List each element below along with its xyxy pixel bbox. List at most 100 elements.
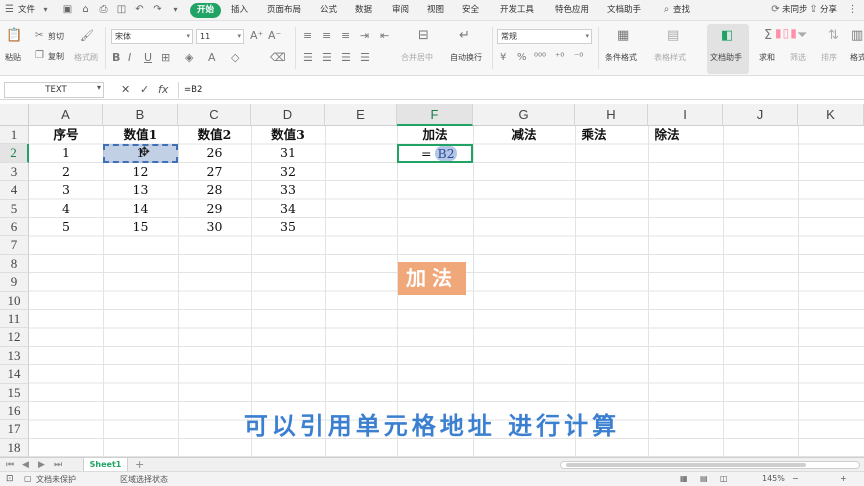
row-header-9[interactable]: 9	[0, 273, 29, 292]
sort-icon[interactable]: ⇅	[828, 29, 839, 43]
row-header-12[interactable]: 12	[0, 328, 29, 347]
column-header-h[interactable]: H	[575, 104, 648, 126]
tab-insert[interactable]: 插入	[231, 3, 248, 18]
copy-label[interactable]: 复制	[48, 51, 64, 62]
redo-icon[interactable]: ↷	[152, 4, 163, 15]
sheet-tab-sheet1[interactable]: Sheet1	[83, 458, 128, 472]
chevron-down-icon[interactable]: ▾	[40, 4, 51, 15]
font-color-icon[interactable]: A	[208, 51, 216, 65]
tab-features[interactable]: 特色应用	[555, 3, 589, 18]
eraser-icon[interactable]: ⌫	[270, 51, 286, 65]
tab-home[interactable]: 开始	[190, 3, 222, 18]
scrollbar-thumb[interactable]	[566, 463, 806, 467]
select-all-corner[interactable]	[0, 104, 29, 126]
format-painter-icon[interactable]: 🖌	[80, 29, 94, 43]
cell-a6[interactable]: 5	[29, 218, 103, 236]
paste-label[interactable]: 粘贴	[5, 52, 21, 63]
clear-format-icon[interactable]: ◇	[231, 51, 239, 65]
cell-d3[interactable]: 32	[251, 163, 325, 181]
tab-security[interactable]: 安全	[462, 3, 479, 18]
more-icon[interactable]: ⋮	[847, 4, 858, 15]
cell-g1[interactable]: 减法	[473, 126, 575, 144]
percent-icon[interactable]: %	[517, 51, 527, 65]
search-label[interactable]: 查找	[673, 3, 690, 18]
cell-b1[interactable]: 数值1	[103, 126, 178, 144]
row-header-3[interactable]: 3	[0, 162, 29, 182]
cell-c4[interactable]: 28	[178, 181, 251, 199]
tab-review[interactable]: 审阅	[392, 3, 409, 18]
print-icon[interactable]: ⎙	[98, 4, 109, 15]
cell-c5[interactable]: 29	[178, 200, 251, 218]
column-header-j[interactable]: J	[723, 104, 798, 126]
row-header-10[interactable]: 10	[0, 291, 29, 310]
horizontal-scrollbar[interactable]	[560, 461, 860, 469]
filter-label[interactable]: 筛选	[790, 52, 806, 63]
bold-icon[interactable]: B	[112, 51, 120, 65]
currency-icon[interactable]: ¥	[500, 51, 506, 65]
cell-d6[interactable]: 35	[251, 218, 325, 236]
column-header-c[interactable]: C	[178, 104, 251, 126]
sync-label[interactable]: 未同步	[782, 3, 808, 18]
font-size-select[interactable]: 11 ▾	[196, 29, 244, 44]
table-style-icon[interactable]: ▤	[667, 29, 679, 43]
cut-icon[interactable]: ✂	[35, 29, 43, 43]
first-sheet-icon[interactable]: ⏮	[6, 458, 14, 472]
cell-d2[interactable]: 31	[251, 144, 325, 162]
row-header-2[interactable]: 2	[0, 144, 29, 163]
justify-icon[interactable]: ☰	[360, 51, 370, 65]
indent-icon[interactable]: ⇥	[360, 29, 369, 43]
paste-icon[interactable]: 📋	[6, 29, 22, 43]
tab-page-layout[interactable]: 页面布局	[267, 3, 301, 18]
align-center-icon[interactable]: ☰	[322, 51, 332, 65]
cell-a1[interactable]: 序号	[29, 126, 103, 144]
preview-icon[interactable]: ◫	[116, 4, 127, 15]
align-top-icon[interactable]: ≡	[303, 29, 312, 43]
cell-a2[interactable]: 1	[29, 144, 103, 162]
italic-icon[interactable]: I	[128, 51, 131, 65]
conditional-format-label[interactable]: 条件格式	[605, 52, 637, 63]
hamburger-icon[interactable]: ☰	[4, 4, 15, 15]
column-header-e[interactable]: E	[325, 104, 397, 126]
tab-formulas[interactable]: 公式	[320, 3, 337, 18]
cell-c1[interactable]: 数值2	[178, 126, 251, 144]
table-style-label[interactable]: 表格样式	[654, 52, 686, 63]
share-label[interactable]: 分享	[820, 3, 837, 18]
name-box[interactable]: TEXT	[4, 82, 104, 98]
align-left-icon[interactable]: ☰	[303, 51, 313, 65]
align-middle-icon[interactable]: ≡	[322, 29, 331, 43]
column-header-a[interactable]: A	[29, 104, 103, 126]
cell-b5[interactable]: 14	[103, 200, 178, 218]
row-header-11[interactable]: 11	[0, 310, 29, 329]
cell-h1[interactable]: 乘法	[575, 126, 613, 144]
search-icon[interactable]: ⌕	[661, 4, 672, 15]
next-sheet-icon[interactable]: ▶	[38, 458, 45, 472]
font-grow-icon[interactable]: A⁺	[250, 29, 263, 43]
row-header-18[interactable]: 18	[0, 438, 29, 457]
tab-doc-assistant[interactable]: 文档助手	[607, 3, 641, 18]
row-header-14[interactable]: 14	[0, 365, 29, 384]
conditional-format-icon[interactable]: ▦	[617, 29, 629, 43]
cell-c2[interactable]: 26	[178, 144, 251, 162]
cell-a5[interactable]: 4	[29, 200, 103, 218]
row-header-13[interactable]: 13	[0, 346, 29, 366]
function-icon[interactable]: fx	[158, 83, 168, 96]
last-sheet-icon[interactable]: ⏭	[54, 458, 62, 472]
cell-b3[interactable]: 12	[103, 163, 178, 181]
column-header-i[interactable]: I	[648, 104, 723, 126]
wrap-text-icon[interactable]: ↵	[459, 29, 470, 43]
cell-b4[interactable]: 13	[103, 181, 178, 199]
menu-file[interactable]: 文件	[18, 3, 35, 18]
confirm-icon[interactable]: ✓	[140, 83, 149, 96]
row-header-7[interactable]: 7	[0, 236, 29, 255]
reading-view-icon[interactable]: ◫	[720, 474, 728, 483]
cancel-icon[interactable]: ✕	[121, 83, 130, 96]
tab-data[interactable]: 数据	[355, 3, 372, 18]
cell-d5[interactable]: 34	[251, 200, 325, 218]
open-icon[interactable]: ⌂	[80, 4, 91, 15]
sync-icon[interactable]: ⟳	[770, 4, 781, 15]
share-icon[interactable]: ⇪	[808, 4, 819, 15]
format-icon[interactable]: ▥	[851, 29, 863, 43]
doc-state-label[interactable]: 文档未保护	[36, 474, 76, 485]
normal-view-icon[interactable]: ▦	[680, 474, 688, 483]
prev-sheet-icon[interactable]: ◀	[22, 458, 29, 472]
